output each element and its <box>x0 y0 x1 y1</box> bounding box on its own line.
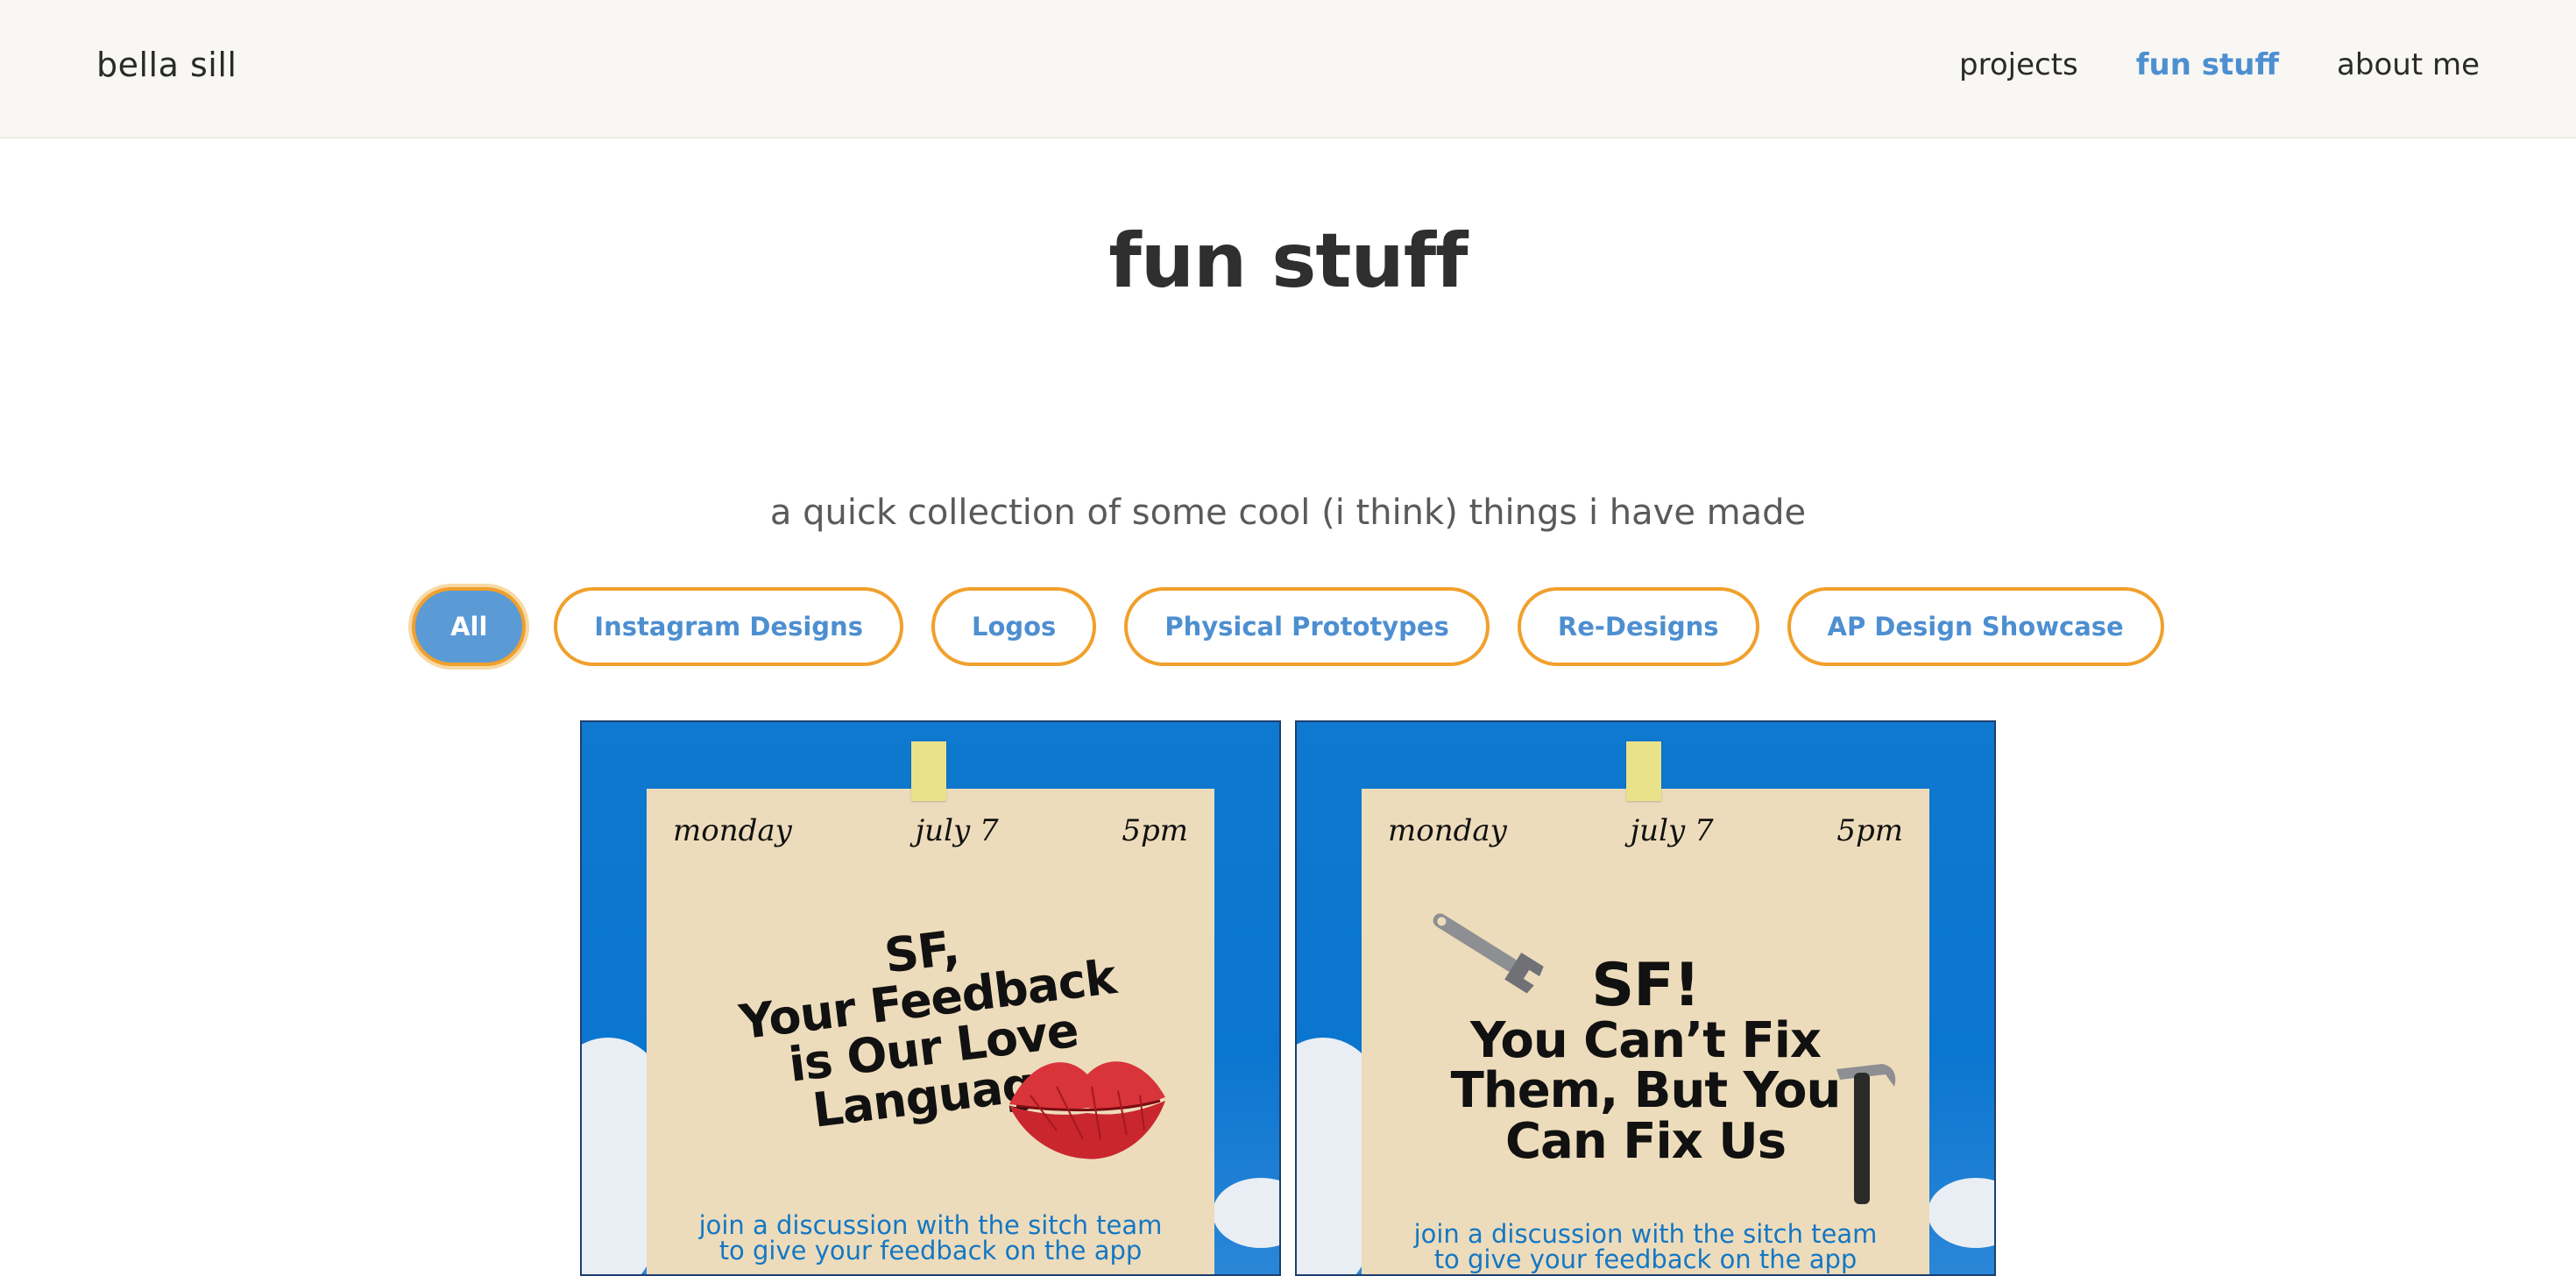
site-brand[interactable]: bella sill <box>96 46 237 84</box>
tape-strip <box>1626 741 1661 801</box>
filter-re-designs[interactable]: Re-Designs <box>1517 587 1759 666</box>
tape-strip <box>911 741 946 801</box>
event-poster: monday july 7 5pm SF, Your Feedback is O… <box>647 789 1214 1274</box>
cloud-shape <box>1213 1178 1279 1248</box>
event-poster: monday july 7 5pm SF! You Can’t Fix Them… <box>1362 789 1929 1274</box>
filter-ap-design-showcase[interactable]: AP Design Showcase <box>1787 587 2164 666</box>
poster-date: july 7 <box>915 813 999 848</box>
poster-dateline: monday july 7 5pm <box>673 813 1188 848</box>
footer-line: join a discussion with the sitch team <box>1413 1219 1878 1249</box>
filter-all[interactable]: All <box>412 587 527 666</box>
poster-headline: SF! You Can’t Fix Them, But You Can Fix … <box>1397 955 1894 1166</box>
headline-line: You Can’t Fix <box>1469 1012 1822 1070</box>
nav-projects[interactable]: projects <box>1959 47 2078 82</box>
poster-dateline: monday july 7 5pm <box>1388 813 1903 848</box>
filter-instagram-designs[interactable]: Instagram Designs <box>554 587 903 666</box>
filter-logos[interactable]: Logos <box>931 587 1097 666</box>
poster-date: july 7 <box>1630 813 1714 848</box>
footer-line: join a discussion with the sitch team <box>698 1210 1163 1240</box>
filter-physical-prototypes[interactable]: Physical Prototypes <box>1124 587 1490 666</box>
nav-about-me[interactable]: about me <box>2337 47 2480 82</box>
gallery-card[interactable]: monday july 7 5pm SF, Your Feedback is O… <box>580 720 1281 1276</box>
headline-line: SF! <box>1591 951 1700 1020</box>
lips-icon <box>1009 1061 1165 1159</box>
headline-line: Can Fix Us <box>1504 1112 1787 1170</box>
site-header: bella sill projects fun stuff about me <box>0 0 2576 138</box>
main-nav: projects fun stuff about me <box>1959 47 2480 82</box>
filter-bar: All Instagram Designs Logos Physical Pro… <box>0 587 2576 666</box>
page-title: fun stuff <box>1108 217 1468 305</box>
cloud-shape <box>1928 1178 1994 1248</box>
poster-day: monday <box>673 813 792 848</box>
page-tagline: a quick collection of some cool (i think… <box>769 493 1807 533</box>
footer-line: to give your feedback on the app <box>1433 1244 1858 1274</box>
poster-footer: join a discussion with the sitch team to… <box>664 1213 1197 1264</box>
gallery-card[interactable]: monday july 7 5pm SF! You Can’t Fix Them… <box>1295 720 1996 1276</box>
poster-footer: join a discussion with the sitch team to… <box>1379 1222 1912 1272</box>
headline-line: Them, But You <box>1450 1062 1842 1120</box>
poster-time: 5pm <box>1122 813 1188 848</box>
nav-fun-stuff[interactable]: fun stuff <box>2136 47 2279 82</box>
footer-line: to give your feedback on the app <box>718 1236 1143 1265</box>
poster-day: monday <box>1388 813 1507 848</box>
poster-time: 5pm <box>1836 813 1903 848</box>
